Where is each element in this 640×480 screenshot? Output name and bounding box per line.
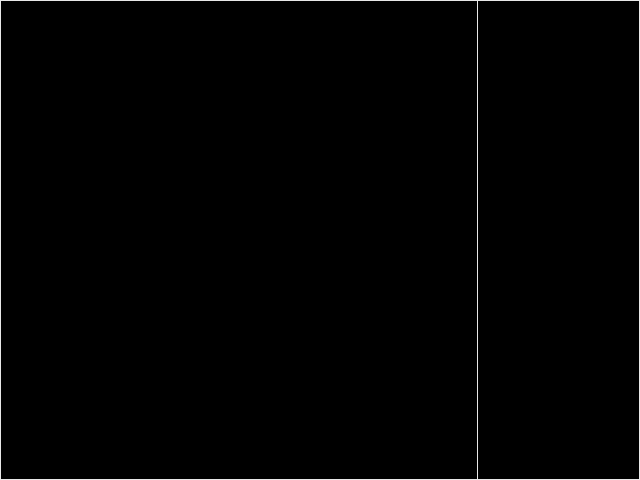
info-panel (478, 2, 638, 32)
astrolog-window (0, 0, 640, 480)
panel-divider (477, 0, 478, 480)
chart-wheel (0, 0, 477, 480)
